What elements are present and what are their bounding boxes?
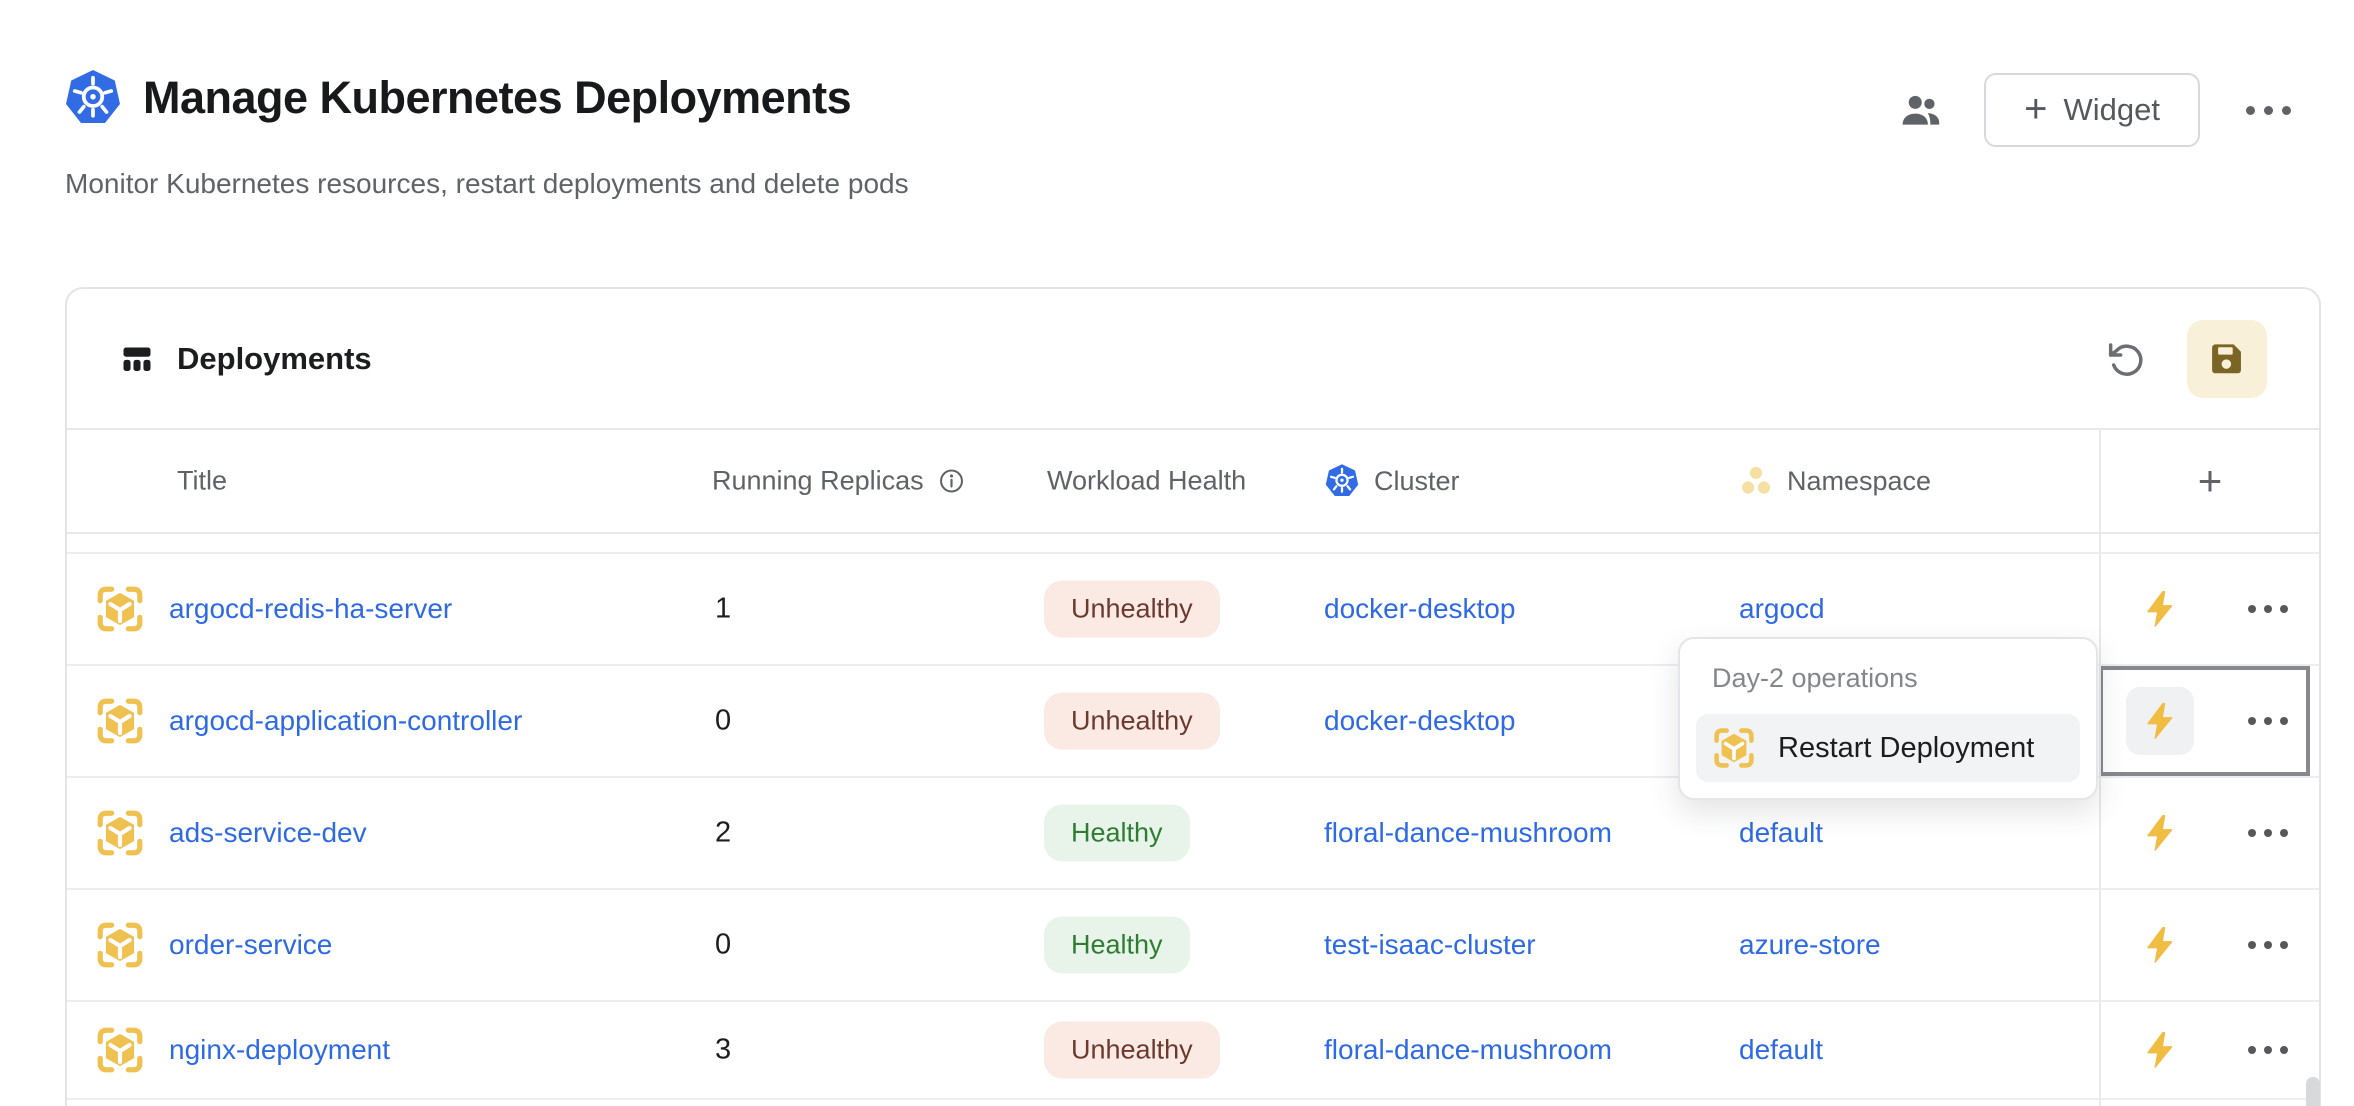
row-kebab-menu-icon[interactable]	[2240, 1038, 2296, 1062]
deployment-title-link[interactable]: argocd-application-controller	[169, 705, 522, 737]
table-row: order-service 0 Healthy test-isaac-clust…	[67, 890, 2319, 1002]
deployment-title-link[interactable]: argocd-redis-ha-server	[169, 593, 452, 625]
table-row: nginx-deployment 3 Unhealthy floral-danc…	[67, 1002, 2319, 1100]
page-subtitle: Monitor Kubernetes resources, restart de…	[65, 168, 909, 200]
health-badge: Unhealthy	[1044, 693, 1220, 750]
add-widget-label: Widget	[2064, 92, 2160, 128]
row-actions-cell	[2099, 554, 2321, 664]
cluster-link[interactable]: docker-desktop	[1324, 593, 1515, 625]
menu-item-restart-deployment[interactable]: Restart Deployment	[1696, 714, 2080, 782]
column-header-replicas: Running Replicas	[712, 466, 965, 497]
health-badge: Healthy	[1044, 805, 1190, 862]
table-header-row: Title Running Replicas Workload Health C…	[67, 430, 2319, 534]
collaborators-icon[interactable]	[1898, 87, 1944, 133]
day2-quick-actions-button[interactable]	[2126, 911, 2194, 979]
replicas-value: 2	[715, 817, 731, 850]
actions-column-divider	[2099, 430, 2101, 1106]
table-body: argocd-redis-ha-server 1 Unhealthy docke…	[67, 534, 2319, 1100]
row-kebab-menu-icon[interactable]	[2240, 821, 2296, 845]
day2-quick-actions-button[interactable]	[2126, 1016, 2194, 1084]
day2-quick-actions-button[interactable]	[2126, 799, 2194, 867]
day2-quick-actions-button[interactable]	[2126, 687, 2194, 755]
day2-operations-menu: Day-2 operations Restart Deployment	[1678, 637, 2098, 800]
cluster-link[interactable]: test-isaac-cluster	[1324, 929, 1536, 961]
column-header-cluster: Cluster	[1324, 463, 1460, 499]
page-kebab-menu-icon[interactable]	[2240, 100, 2297, 121]
cluster-link[interactable]: floral-dance-mushroom	[1324, 1034, 1612, 1066]
namespace-link[interactable]: default	[1739, 1034, 1823, 1066]
deployment-icon	[95, 808, 145, 858]
row-kebab-menu-icon[interactable]	[2240, 933, 2296, 957]
row-actions-cell	[2099, 890, 2321, 1000]
namespace-link[interactable]: argocd	[1739, 593, 1825, 625]
kubernetes-logo-icon	[63, 68, 123, 128]
namespace-dots-icon	[1739, 464, 1773, 498]
deployment-icon	[95, 696, 145, 746]
add-widget-button[interactable]: + Widget	[1984, 73, 2200, 147]
column-header-title: Title	[177, 466, 227, 497]
page: Manage Kubernetes Deployments Monitor Ku…	[0, 0, 2354, 1106]
row-actions-cell-selected	[2099, 666, 2321, 776]
cluster-link[interactable]: docker-desktop	[1324, 705, 1515, 737]
vertical-scrollbar-thumb[interactable]	[2306, 1077, 2320, 1106]
cluster-kubernetes-icon	[1324, 463, 1360, 499]
menu-item-label: Restart Deployment	[1778, 732, 2034, 765]
health-badge: Healthy	[1044, 917, 1190, 974]
namespace-link[interactable]: azure-store	[1739, 929, 1881, 961]
row-actions-cell	[2099, 1002, 2321, 1098]
cluster-link[interactable]: floral-dance-mushroom	[1324, 817, 1612, 849]
info-icon[interactable]	[938, 468, 965, 495]
deployment-title-link[interactable]: ads-service-dev	[169, 817, 367, 849]
deployment-icon	[95, 584, 145, 634]
undo-refresh-icon[interactable]	[2105, 339, 2145, 379]
column-header-health: Workload Health	[1047, 466, 1246, 497]
lightning-icon	[2139, 924, 2181, 966]
deployment-icon	[95, 920, 145, 970]
save-button[interactable]	[2187, 320, 2267, 398]
deployment-icon	[95, 1025, 145, 1075]
deployment-title-link[interactable]: nginx-deployment	[169, 1034, 390, 1066]
column-header-namespace: Namespace	[1739, 464, 1931, 498]
add-column-button[interactable]: +	[2099, 457, 2321, 505]
row-kebab-menu-icon[interactable]	[2240, 709, 2296, 733]
replicas-value: 0	[715, 705, 731, 738]
namespace-link[interactable]: default	[1739, 817, 1823, 849]
plus-icon: +	[2198, 457, 2223, 505]
replicas-value: 1	[715, 593, 731, 626]
lightning-icon	[2139, 812, 2181, 854]
table-icon	[119, 341, 155, 377]
row-kebab-menu-icon[interactable]	[2240, 597, 2296, 621]
replicas-value: 0	[715, 929, 731, 962]
deployment-title-link[interactable]: order-service	[169, 929, 332, 961]
widget-title: Deployments	[177, 341, 372, 377]
plus-icon: +	[2024, 89, 2047, 129]
page-title: Manage Kubernetes Deployments	[143, 72, 851, 124]
replicas-value: 3	[715, 1034, 731, 1067]
menu-section-label: Day-2 operations	[1712, 663, 2080, 694]
health-badge: Unhealthy	[1044, 1022, 1220, 1079]
lightning-icon	[2139, 1029, 2181, 1071]
lightning-icon	[2139, 700, 2181, 742]
day2-quick-actions-button[interactable]	[2126, 575, 2194, 643]
save-icon	[2208, 340, 2246, 378]
row-actions-cell	[2099, 778, 2321, 888]
clipped-row-sliver	[67, 534, 2319, 554]
lightning-icon	[2139, 588, 2181, 630]
deployment-icon	[1712, 726, 1756, 770]
health-badge: Unhealthy	[1044, 581, 1220, 638]
